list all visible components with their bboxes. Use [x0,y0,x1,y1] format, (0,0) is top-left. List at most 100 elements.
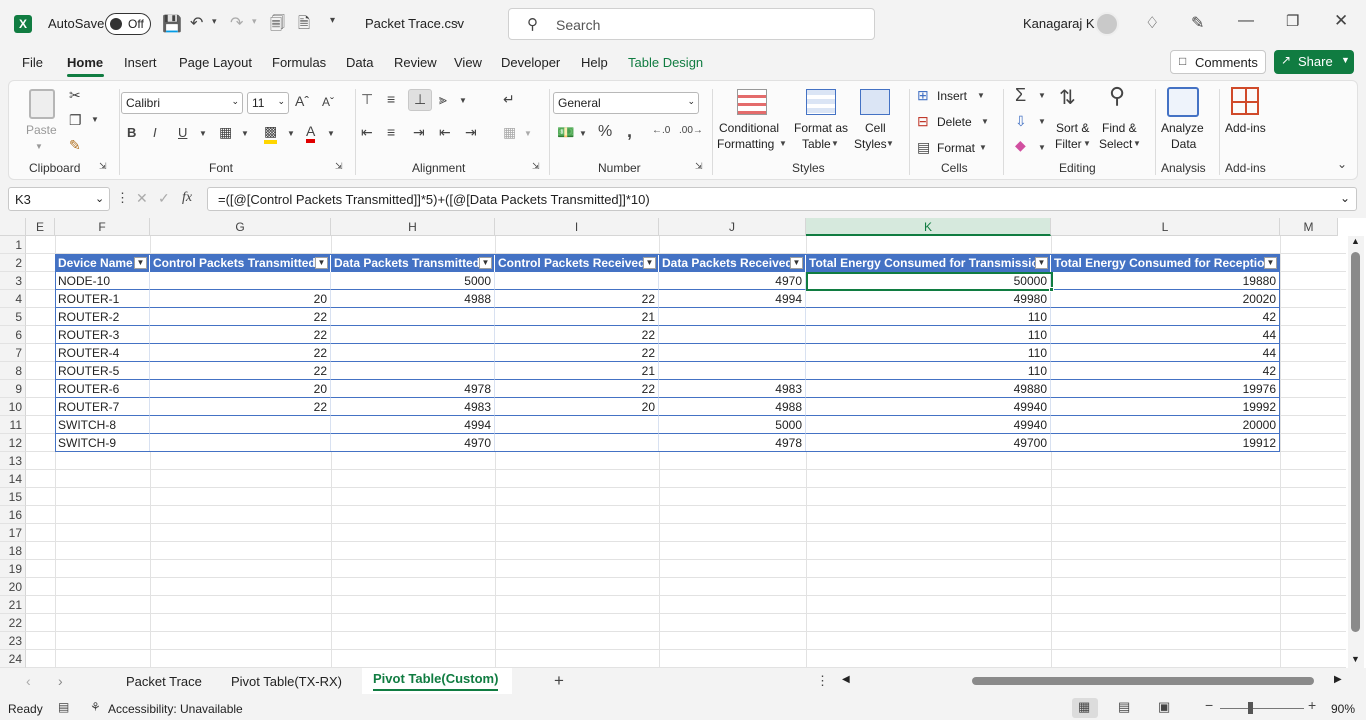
scroll-left-icon[interactable]: ◀ [842,674,850,685]
number-launcher-icon[interactable]: ⇲ [695,161,703,172]
column-header-e[interactable]: E [26,218,55,236]
conditional-formatting-label-2[interactable]: Formatting [717,137,774,152]
insert-dropdown-icon[interactable]: ▼ [977,91,985,100]
value-cell[interactable]: 19992 [1051,398,1280,416]
tab-home[interactable]: Home [67,55,103,70]
alignment-launcher-icon[interactable]: ⇲ [532,161,540,172]
decrease-decimal-icon[interactable]: .00→ [679,125,703,136]
value-cell[interactable]: 49700 [806,434,1051,452]
row-header-3[interactable]: 3 [0,272,26,290]
cell-styles-label-1[interactable]: Cell [865,121,886,136]
value-cell[interactable]: 110 [806,326,1051,344]
value-cell[interactable] [150,416,331,434]
value-cell[interactable]: 22 [495,326,659,344]
increase-decimal-icon[interactable]: ←.0 [652,125,670,136]
value-cell[interactable]: 19880 [1051,272,1280,290]
fill-handle[interactable] [1049,287,1054,292]
sort-filter-label-1[interactable]: Sort & [1056,121,1089,136]
value-cell[interactable]: 19976 [1051,380,1280,398]
value-cell[interactable]: 4988 [659,398,806,416]
align-top-icon[interactable]: ⊤ [361,91,373,108]
filter-dropdown-icon[interactable]: ▼ [134,257,147,269]
save-icon[interactable]: 💾 [162,14,182,34]
analyze-data-label-1[interactable]: Analyze [1161,121,1204,136]
autosave-toggle[interactable]: Off [105,13,151,35]
zoom-slider-thumb[interactable] [1248,702,1253,714]
row-header-8[interactable]: 8 [0,362,26,380]
value-cell[interactable]: 4988 [331,290,495,308]
cell-styles-label-2[interactable]: Styles [854,137,887,152]
row-header-23[interactable]: 23 [0,632,26,650]
copy-dropdown-icon[interactable]: ▼ [91,115,99,124]
fill-icon[interactable]: ⇩ [1015,113,1027,130]
value-cell[interactable]: 4983 [331,398,495,416]
row-header-9[interactable]: 9 [0,380,26,398]
sort-filter-label-2[interactable]: Filter [1055,137,1082,152]
value-cell[interactable] [331,344,495,362]
add-ins-icon[interactable] [1231,87,1259,115]
undo-dropdown-icon[interactable]: ▾ [212,16,217,27]
value-cell[interactable]: 110 [806,308,1051,326]
filter-dropdown-icon[interactable]: ▼ [1264,257,1277,269]
decrease-indent-icon[interactable]: ⇤ [439,124,451,141]
format-cells-icon[interactable]: ▤ [917,139,930,156]
value-cell[interactable]: 22 [150,362,331,380]
device-name-cell[interactable]: ROUTER-5 [55,362,150,380]
tab-table-design[interactable]: Table Design [628,55,703,70]
percent-icon[interactable]: % [598,123,612,141]
vertical-scroll-thumb[interactable] [1351,252,1360,632]
borders-dropdown-icon[interactable]: ▼ [241,129,249,138]
device-name-cell[interactable]: ROUTER-7 [55,398,150,416]
tab-help[interactable]: Help [581,55,608,70]
row-header-6[interactable]: 6 [0,326,26,344]
format-cells-label[interactable]: Format [937,141,975,156]
format-dropdown-icon[interactable]: ▼ [979,143,987,152]
bold-icon[interactable]: B [127,125,136,140]
vertical-scrollbar[interactable]: ▲ ▼ [1348,236,1364,668]
customize-qat-icon[interactable]: ▾ [330,15,335,26]
row-header-16[interactable]: 16 [0,506,26,524]
row-header-7[interactable]: 7 [0,344,26,362]
value-cell[interactable]: 5000 [331,272,495,290]
undo-icon[interactable]: ↶ [190,13,203,33]
tab-review[interactable]: Review [394,55,437,70]
increase-font-icon[interactable]: Aˆ [295,93,309,109]
restore-icon[interactable]: ❐ [1286,12,1299,30]
user-name[interactable]: Kanagaraj K [1023,16,1095,31]
share-button[interactable]: ↗ Share ▼ [1274,50,1354,74]
row-header-15[interactable]: 15 [0,488,26,506]
sort-filter-dropdown-icon[interactable]: ▼ [1083,139,1091,148]
insert-function-icon[interactable]: fx [182,190,192,206]
tab-view[interactable]: View [454,55,482,70]
scroll-up-icon[interactable]: ▲ [1351,236,1360,246]
align-middle-icon[interactable]: ≡ [387,91,395,107]
prev-sheet-icon[interactable]: ‹ [26,673,31,689]
align-right-icon[interactable]: ⇥ [413,124,425,141]
column-header-h[interactable]: H [331,218,495,236]
value-cell[interactable]: 22 [495,290,659,308]
filter-dropdown-icon[interactable]: ▼ [790,257,803,269]
device-name-cell[interactable]: SWITCH-8 [55,416,150,434]
conditional-formatting-dropdown-icon[interactable]: ▼ [779,139,787,148]
cell-styles-icon[interactable] [860,89,890,115]
clear-icon[interactable]: ◆ [1015,137,1026,154]
table-header-cell[interactable]: Total Energy Consumed for Transmission ▼ [806,254,1051,272]
accounting-dropdown-icon[interactable]: ▼ [579,129,587,138]
orientation-dropdown-icon[interactable]: ▼ [459,96,467,105]
select-all-corner[interactable] [0,218,26,236]
sheet-options-icon[interactable]: ⋮ [816,673,829,689]
row-header-1[interactable]: 1 [0,236,26,254]
new-file-icon[interactable]: 🗎 [298,13,310,38]
scroll-down-icon[interactable]: ▼ [1351,654,1360,664]
font-color-icon[interactable]: A [306,123,316,143]
device-name-cell[interactable]: NODE-10 [55,272,150,290]
delete-dropdown-icon[interactable]: ▼ [981,117,989,126]
zoom-out-icon[interactable]: − [1205,697,1213,713]
zoom-slider-track[interactable] [1220,708,1304,709]
value-cell[interactable]: 4994 [659,290,806,308]
tab-insert[interactable]: Insert [124,55,157,70]
filter-dropdown-icon[interactable]: ▼ [1035,257,1048,269]
value-cell[interactable]: 110 [806,362,1051,380]
find-select-label-2[interactable]: Select [1099,137,1132,152]
value-cell[interactable]: 22 [150,398,331,416]
